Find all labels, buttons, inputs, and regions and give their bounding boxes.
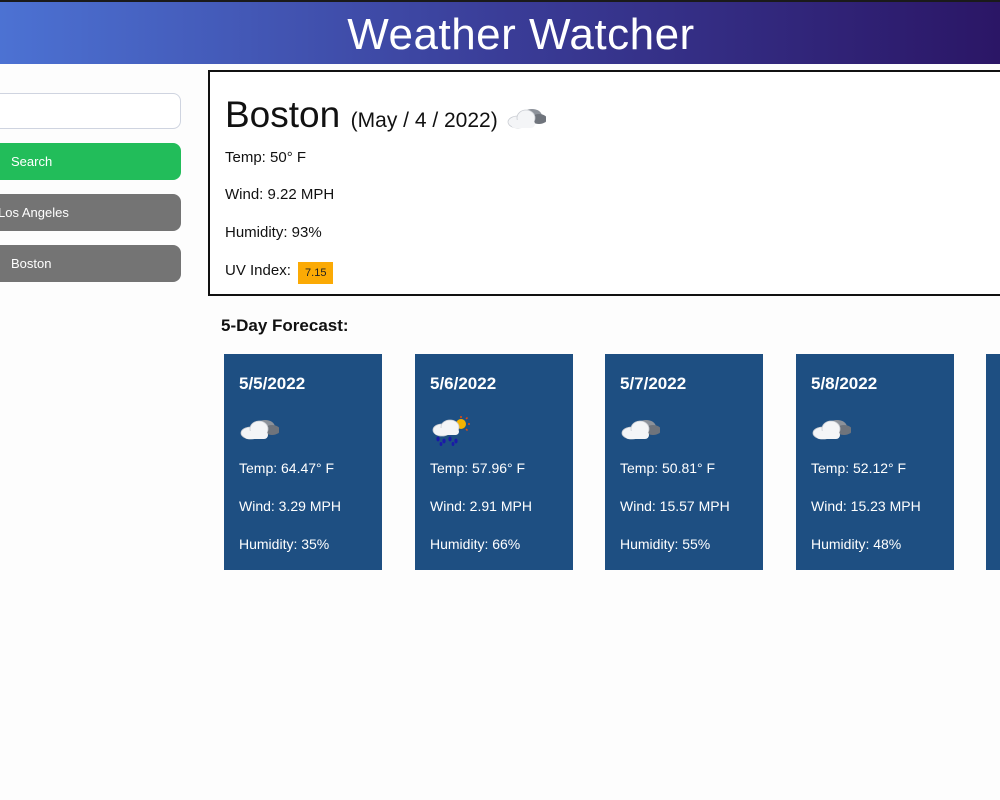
forecast-card: 5/5/2022 Temp: 64.47° F Wind: 3.29 MPH H… bbox=[224, 354, 382, 570]
forecast-card: 5/8/2022 Temp: 52.12° F Wind: 15.23 MPH … bbox=[796, 354, 954, 570]
forecast-date: 5/5/2022 bbox=[239, 374, 306, 393]
forecast-humidity: Humidity: 48% bbox=[811, 536, 902, 552]
forecast-temp: Temp: 64.47° F bbox=[239, 460, 335, 476]
forecast-temp: Temp: 52.12° F bbox=[811, 460, 907, 476]
forecast-temp: Temp: 57.96° F bbox=[430, 460, 526, 476]
forecast-wind: Wind: 15.23 MPH bbox=[811, 498, 921, 514]
current-uv-index: UV Index: 7.15 bbox=[225, 262, 334, 284]
cloudy-icon bbox=[811, 416, 853, 447]
current-wind: Wind: 9.22 MPH bbox=[225, 186, 335, 203]
forecast-temp: Temp: 50.81° F bbox=[620, 460, 716, 476]
forecast-wind: Wind: 3.29 MPH bbox=[239, 498, 341, 514]
forecast-date: 5/7/2022 bbox=[620, 374, 687, 393]
current-city: Boston bbox=[225, 94, 341, 135]
cloudy-icon bbox=[506, 105, 548, 136]
forecast-humidity: Humidity: 55% bbox=[620, 536, 711, 552]
history-button-boston[interactable]: Boston bbox=[0, 245, 181, 282]
current-weather-heading: Boston (May / 4 / 2022) bbox=[225, 94, 548, 136]
forecast-humidity: Humidity: 35% bbox=[239, 536, 330, 552]
cloudy-icon bbox=[239, 416, 281, 447]
forecast-date: 5/6/2022 bbox=[430, 374, 497, 393]
forecast-humidity: Humidity: 66% bbox=[430, 536, 521, 552]
city-search-input[interactable] bbox=[0, 93, 181, 129]
forecast-card: 5/6/2022 Temp: 57.96° F Wind: 2.91 MPH H… bbox=[415, 354, 573, 570]
app-title: Weather Watcher bbox=[347, 10, 695, 59]
current-temp: Temp: 50° F bbox=[225, 149, 307, 166]
current-date: (May / 4 / 2022) bbox=[350, 109, 498, 132]
forecast-title: 5-Day Forecast: bbox=[221, 316, 349, 335]
forecast-wind: Wind: 2.91 MPH bbox=[430, 498, 532, 514]
forecast-card: 5/7/2022 Temp: 50.81° F Wind: 15.57 MPH … bbox=[605, 354, 763, 570]
uv-index-label: UV Index: bbox=[225, 262, 291, 279]
history-button-los-angeles[interactable]: Los Angeles bbox=[0, 194, 181, 231]
search-button[interactable]: Search bbox=[0, 143, 181, 180]
cloudy-icon bbox=[620, 416, 662, 447]
uv-index-badge: 7.15 bbox=[298, 262, 334, 284]
app-header: Weather Watcher bbox=[0, 0, 1000, 64]
rain-sun-icon bbox=[430, 416, 470, 451]
current-weather-panel: Boston (May / 4 / 2022) Temp: 50° F Wind… bbox=[208, 70, 1000, 296]
forecast-card-partial bbox=[986, 354, 1000, 570]
forecast-wind: Wind: 15.57 MPH bbox=[620, 498, 730, 514]
forecast-date: 5/8/2022 bbox=[811, 374, 878, 393]
current-humidity: Humidity: 93% bbox=[225, 224, 322, 241]
